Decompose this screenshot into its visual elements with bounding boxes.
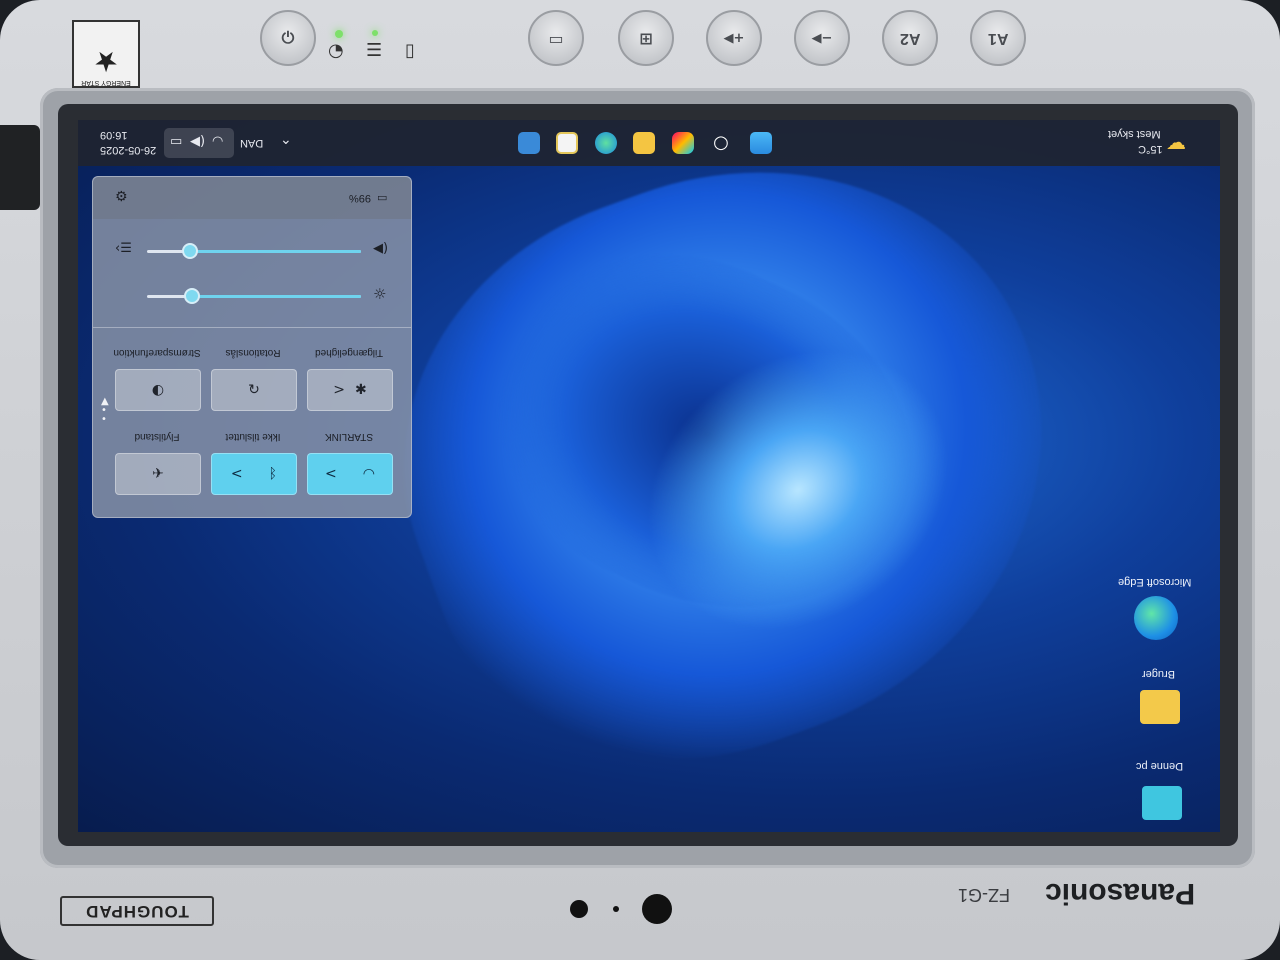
volume-mixer-icon[interactable]: ‹☰ bbox=[115, 241, 132, 256]
brightness-slider-fill bbox=[189, 295, 361, 298]
power-button[interactable]: ⏻ bbox=[260, 10, 316, 66]
weather-temp[interactable]: 15°C bbox=[1138, 143, 1163, 155]
power-led bbox=[335, 30, 343, 38]
a1-button[interactable]: A1 bbox=[970, 10, 1026, 66]
weather-text[interactable]: Mest skyet bbox=[1108, 128, 1161, 140]
this-pc-icon[interactable] bbox=[1142, 786, 1182, 820]
file-explorer-icon[interactable] bbox=[518, 132, 540, 154]
toughpad-logo: TOUGHPAD bbox=[60, 896, 214, 926]
energy-star-label: ENERGY STAR bbox=[81, 79, 131, 86]
model-label: FZ-G1 bbox=[958, 885, 1010, 905]
energy-star-logo: ENERGY STAR ★ bbox=[72, 20, 140, 88]
a1-label: A1 bbox=[987, 30, 1009, 47]
battery-indicator-icon: ◔ bbox=[328, 40, 344, 61]
airplane-icon: ✈ bbox=[152, 466, 164, 482]
divider bbox=[93, 327, 411, 328]
energy-star-icon: ★ bbox=[93, 45, 119, 78]
desktop-label-edge: Microsoft Edge bbox=[1118, 576, 1192, 588]
front-camera bbox=[642, 894, 672, 924]
power-icon: ⏻ bbox=[281, 28, 295, 47]
a2-button[interactable]: A2 bbox=[882, 10, 938, 66]
store-icon[interactable] bbox=[556, 132, 578, 154]
clock-date[interactable]: 26-05-2025 bbox=[100, 144, 156, 156]
page-dots-icon[interactable]: ▲ • • bbox=[101, 397, 109, 425]
volume-down-icon: ◀− bbox=[811, 30, 833, 46]
volume-down-button[interactable]: ◀− bbox=[794, 10, 850, 66]
quick-settings-header: ⚙ ▭ 99% bbox=[93, 177, 411, 219]
chevron-right-icon[interactable]: > bbox=[333, 382, 345, 398]
brightness-slider-knob[interactable] bbox=[183, 288, 200, 304]
volume-up-button[interactable]: ◀+ bbox=[706, 10, 762, 66]
brand-logo: Panasonic bbox=[1045, 877, 1196, 910]
camera-led bbox=[613, 906, 619, 912]
tile-label-accessibility: Tilgængelighed bbox=[315, 347, 384, 358]
wifi-tile[interactable]: < ◠ bbox=[307, 453, 393, 495]
quick-settings-panel: ⚙ ▭ 99% ‹☰ ◀) ☼ Strømsparefunktion Rotat… bbox=[92, 176, 412, 518]
display-icon: ▭ bbox=[548, 28, 564, 48]
chevron-down-icon[interactable]: ⌄ bbox=[280, 132, 292, 148]
airplane-mode-tile[interactable]: ✈ bbox=[115, 453, 201, 495]
chevron-left-icon[interactable]: < bbox=[231, 466, 243, 482]
accessibility-tile[interactable]: > ✱ bbox=[307, 369, 393, 411]
disk-indicator-icon: ☰ bbox=[366, 40, 383, 61]
volume-up-icon: ◀+ bbox=[723, 30, 745, 46]
wifi-icon: ◠ bbox=[362, 466, 375, 482]
edge-icon[interactable] bbox=[595, 132, 617, 154]
camera-sensor bbox=[570, 900, 588, 918]
battery-icon: ▯ bbox=[405, 40, 415, 61]
settings-gear-icon[interactable]: ⚙ bbox=[115, 189, 128, 205]
tile-label-wifi: STARLINK bbox=[324, 431, 374, 442]
battery-saver-tile[interactable]: ◐ bbox=[115, 369, 201, 411]
wifi-icon: ◠ bbox=[212, 134, 224, 149]
chevron-left-icon[interactable]: < bbox=[325, 466, 337, 482]
storage-led bbox=[372, 30, 378, 36]
tile-label-battery-saver: Strømsparefunktion bbox=[113, 347, 201, 358]
volume-slider-fill bbox=[187, 250, 361, 253]
taskbar: 16:09 26-05-2025 ▭ ◀) ◠ DAN ⌄ ○ ☁ 15°C M… bbox=[78, 120, 1220, 166]
search-icon[interactable]: ○ bbox=[710, 132, 732, 154]
edge-icon[interactable] bbox=[1134, 596, 1178, 640]
folder-icon[interactable] bbox=[633, 132, 655, 154]
start-icon[interactable] bbox=[750, 132, 772, 154]
tile-label-airplane: Flytilstand bbox=[134, 431, 180, 442]
accessibility-icon: ✱ bbox=[355, 382, 367, 398]
desktop-label-user: Bruger bbox=[1142, 668, 1176, 680]
a2-label: A2 bbox=[899, 30, 921, 47]
battery-saver-icon: ◐ bbox=[151, 382, 165, 398]
battery-icon: ▭ bbox=[377, 191, 388, 204]
rotation-lock-icon: ↻ bbox=[248, 382, 260, 398]
desktop-label-this-pc: Denne pc bbox=[1136, 760, 1184, 772]
intel-sticker bbox=[0, 125, 40, 210]
windows-button[interactable]: ⊞ bbox=[618, 10, 674, 66]
bluetooth-icon: ᛒ bbox=[268, 466, 278, 482]
bluetooth-tile[interactable]: < ᛒ bbox=[211, 453, 297, 495]
speaker-icon: ◀) bbox=[373, 241, 389, 256]
tile-label-bluetooth: Ikke tilsluttet bbox=[225, 431, 281, 442]
speaker-icon: ◀) bbox=[190, 134, 206, 149]
battery-status-icon: ▭ bbox=[170, 134, 183, 149]
display-button[interactable]: ▭ bbox=[528, 10, 584, 66]
user-folder-icon[interactable] bbox=[1140, 690, 1180, 724]
volume-slider-knob[interactable] bbox=[181, 243, 198, 259]
clock-time[interactable]: 16:09 bbox=[100, 129, 128, 141]
windows-icon: ⊞ bbox=[639, 28, 653, 48]
copilot-icon[interactable] bbox=[672, 132, 694, 154]
brightness-icon: ☼ bbox=[373, 285, 387, 303]
weather-icon[interactable]: ☁ bbox=[1166, 130, 1186, 154]
language-indicator[interactable]: DAN bbox=[240, 137, 263, 149]
rotation-lock-tile[interactable]: ↻ bbox=[211, 369, 297, 411]
battery-percent: 99% bbox=[349, 192, 372, 204]
system-tray-status[interactable]: ▭ ◀) ◠ bbox=[164, 128, 234, 158]
screen: 16:09 26-05-2025 ▭ ◀) ◠ DAN ⌄ ○ ☁ 15°C M… bbox=[78, 120, 1220, 832]
tile-label-rotation-lock: Rotationslås bbox=[225, 347, 281, 358]
